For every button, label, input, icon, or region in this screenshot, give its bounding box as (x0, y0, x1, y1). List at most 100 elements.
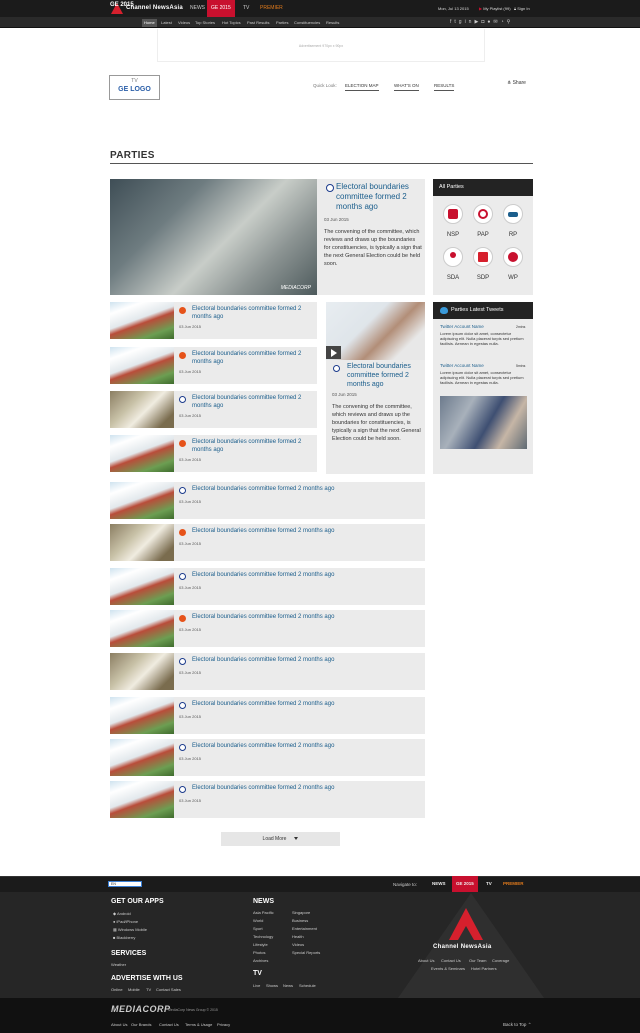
news-link[interactable]: Special Reports (292, 950, 320, 955)
article-thumbnail[interactable] (110, 347, 174, 384)
article-title[interactable]: Electoral boundaries committee formed 2 … (192, 438, 314, 454)
video-article-title[interactable]: Electoral boundaries committee formed 2 … (347, 362, 423, 389)
mediacorp-logo[interactable]: MEDIACORP (111, 1004, 171, 1014)
list-item[interactable]: Electoral boundaries committee formed 2 … (110, 739, 425, 776)
news-link[interactable]: Business (292, 918, 308, 923)
list-item[interactable]: Electoral boundaries committee formed 2 … (110, 435, 317, 472)
article-title[interactable]: Electoral boundaries committee formed 2 … (192, 485, 334, 493)
rp-logo[interactable] (503, 204, 523, 224)
footer-nav-news[interactable]: NEWS (428, 876, 450, 892)
article-thumbnail[interactable] (110, 568, 174, 605)
nav-news[interactable]: NEWS (186, 0, 209, 17)
news-link[interactable]: Lifestyle (253, 942, 268, 947)
tv-link[interactable]: News (283, 983, 293, 988)
ge-logo[interactable]: TV GE LOGO (109, 75, 160, 100)
article-thumbnail[interactable] (110, 391, 174, 428)
party-label-rp[interactable]: RP (501, 232, 525, 238)
party-label-pap[interactable]: PAP (471, 232, 495, 238)
app-android[interactable]: ◆ Android (113, 911, 131, 916)
subnav-past-results[interactable]: Past Results (245, 19, 271, 27)
brand-link[interactable]: Coverage (492, 958, 509, 963)
advertise-tv[interactable]: TV (146, 987, 151, 992)
article-thumbnail[interactable] (110, 482, 174, 519)
linkedin-icon[interactable]: in (465, 19, 475, 25)
tv-link[interactable]: Live (253, 983, 260, 988)
article-thumbnail[interactable] (110, 302, 174, 339)
advertise-contact-sales[interactable]: Contact Sales (156, 987, 181, 992)
article-thumbnail[interactable] (110, 697, 174, 734)
brand-link[interactable]: Hotel Partners (471, 966, 497, 971)
bottom-link[interactable]: Contact Us (159, 1022, 179, 1027)
news-link[interactable]: World (253, 918, 263, 923)
list-item[interactable]: Electoral boundaries committee formed 2 … (110, 524, 425, 561)
brand-link[interactable]: About Us (418, 958, 434, 963)
list-item[interactable]: Electoral boundaries committee formed 2 … (110, 568, 425, 605)
nav-ge2015[interactable]: GE 2015 (207, 0, 235, 17)
list-item[interactable]: Electoral boundaries committee formed 2 … (110, 610, 425, 647)
news-link[interactable]: Health (292, 934, 304, 939)
advertise-mobile[interactable]: Mobile (128, 987, 140, 992)
app-blackberry[interactable]: ■ Blackberry (113, 935, 135, 940)
list-item[interactable]: Electoral boundaries committee formed 2 … (110, 302, 317, 339)
tv-link[interactable]: Shows (266, 983, 278, 988)
share-button[interactable]: ⋔ Share (507, 80, 526, 86)
tv-link[interactable]: Schedule (299, 983, 316, 988)
footer-nav-tv[interactable]: TV (482, 876, 496, 892)
article-title[interactable]: Electoral boundaries committee formed 2 … (192, 656, 334, 664)
article-title[interactable]: Electoral boundaries committee formed 2 … (192, 700, 334, 708)
list-item[interactable]: Electoral boundaries committee formed 2 … (110, 653, 425, 690)
language-select[interactable]: EN (108, 881, 142, 887)
subnav-parties[interactable]: Parties (274, 19, 290, 27)
list-item[interactable]: Electoral boundaries committee formed 2 … (110, 347, 317, 384)
quick-link-election-map[interactable]: ELECTION MAP (345, 83, 379, 91)
article-title[interactable]: Electoral boundaries committee formed 2 … (192, 571, 334, 579)
subnav-home[interactable]: Home (142, 19, 157, 27)
subnav-constituencies[interactable]: Constituencies (292, 19, 322, 27)
list-item[interactable]: Electoral boundaries committee formed 2 … (110, 697, 425, 734)
article-title[interactable]: Electoral boundaries committee formed 2 … (192, 305, 314, 321)
sign-in-link[interactable]: 🔒︎ Sign In (514, 6, 530, 11)
article-thumbnail[interactable] (110, 781, 174, 818)
article-title[interactable]: Electoral boundaries committee formed 2 … (192, 394, 314, 410)
sda-logo[interactable] (443, 247, 463, 267)
article-title[interactable]: Electoral boundaries committee formed 2 … (192, 527, 334, 535)
bottom-link[interactable]: Terms & Usage (185, 1022, 212, 1027)
tweet-account[interactable]: Twitter Account Name (440, 363, 484, 368)
article-thumbnail[interactable] (110, 739, 174, 776)
brand-link[interactable]: Contact Us (441, 958, 461, 963)
article-thumbnail[interactable] (110, 610, 174, 647)
party-label-sda[interactable]: SDA (441, 275, 465, 281)
wp-logo[interactable] (503, 247, 523, 267)
news-link[interactable]: Entertainment (292, 926, 317, 931)
ad-banner[interactable]: Advertisement 970px x 90px (157, 29, 485, 62)
nav-premier[interactable]: PREMIER (256, 0, 287, 17)
article-title[interactable]: Electoral boundaries committee formed 2 … (192, 350, 314, 366)
app-windows[interactable]: ▦ Windows Mobile (113, 927, 147, 932)
subnav-results[interactable]: Results (324, 19, 341, 27)
article-title[interactable]: Electoral boundaries committee formed 2 … (192, 742, 334, 750)
news-link[interactable]: Sport (253, 926, 263, 931)
advertise-online[interactable]: Online (111, 987, 123, 992)
footer-nav-ge2015[interactable]: GE 2015 (452, 876, 478, 892)
pap-logo[interactable] (473, 204, 493, 224)
news-link[interactable]: Videos (292, 942, 304, 947)
subnav-top-stories[interactable]: Top Stories (193, 19, 217, 27)
article-thumbnail[interactable] (110, 524, 174, 561)
list-item[interactable]: Electoral boundaries committee formed 2 … (110, 391, 317, 428)
subnav-hot-topics[interactable]: Hot Topics (220, 19, 243, 27)
news-link[interactable]: Asia Pacific (253, 910, 274, 915)
subnav-videos[interactable]: Videos (176, 19, 192, 27)
article-title[interactable]: Electoral boundaries committee formed 2 … (192, 784, 334, 792)
load-more-button[interactable]: Load More (221, 832, 340, 846)
featured-image[interactable]: MEDIACORP (110, 179, 317, 295)
play-button-icon[interactable] (326, 346, 341, 359)
list-item[interactable]: Electoral boundaries committee formed 2 … (110, 781, 425, 818)
party-label-nsp[interactable]: NSP (441, 232, 465, 238)
news-link[interactable]: Photos (253, 950, 265, 955)
footer-nav-premier[interactable]: PREMIER (499, 876, 528, 892)
quick-link-results[interactable]: RESULTS (434, 83, 455, 91)
party-label-sdp[interactable]: SDP (471, 275, 495, 281)
mail-icon[interactable]: ✉ (493, 19, 500, 25)
my-playlist-link[interactable]: ▶ My Playlist (99) (479, 6, 511, 11)
subnav-latest[interactable]: Latest (159, 19, 174, 27)
